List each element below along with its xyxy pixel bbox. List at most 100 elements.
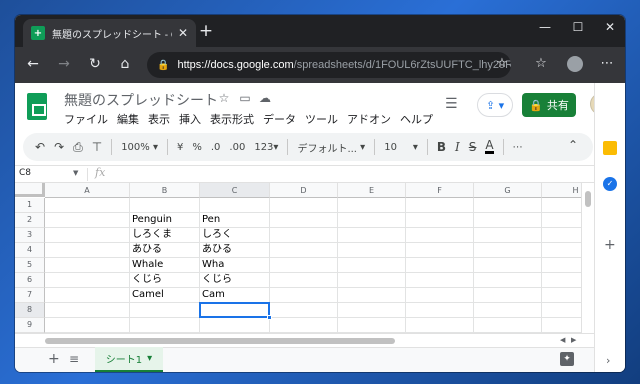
cell-b4[interactable]: あひる xyxy=(130,243,200,258)
add-sheet-button[interactable]: + xyxy=(48,351,60,367)
cell-c9[interactable] xyxy=(200,318,270,333)
cell-f6[interactable] xyxy=(406,273,474,288)
cell-h7[interactable] xyxy=(542,288,581,303)
increase-decimal-button[interactable]: .00 xyxy=(229,142,245,153)
column-header-f[interactable]: F xyxy=(406,183,474,198)
menu-view[interactable]: 表示 xyxy=(148,111,170,127)
cell-g4[interactable] xyxy=(474,243,542,258)
cell-b6[interactable]: くじら xyxy=(130,273,200,288)
vertical-scroll-thumb[interactable] xyxy=(585,191,591,207)
cell-g9[interactable] xyxy=(474,318,542,333)
tab-close-icon[interactable]: ✕ xyxy=(178,26,188,40)
explore-button[interactable]: ✦ xyxy=(560,352,574,366)
fill-handle[interactable] xyxy=(267,315,272,320)
horizontal-scrollbar[interactable]: ◀ ▶ xyxy=(15,333,594,347)
menu-file[interactable]: ファイル xyxy=(64,111,108,127)
menu-format[interactable]: 表示形式 xyxy=(210,111,254,127)
column-header-h[interactable]: H xyxy=(542,183,581,198)
select-all-corner[interactable] xyxy=(15,183,45,197)
cell-a8[interactable] xyxy=(45,303,130,318)
cell-h6[interactable] xyxy=(542,273,581,288)
collections-icon[interactable]: ☆ xyxy=(531,56,551,71)
cell-a3[interactable] xyxy=(45,228,130,243)
cell-e2[interactable] xyxy=(338,213,406,228)
scroll-right-icon[interactable]: ▶ xyxy=(571,336,576,344)
profile-avatar[interactable] xyxy=(567,56,583,72)
currency-format-button[interactable]: ¥ xyxy=(177,142,183,153)
text-color-button[interactable]: A xyxy=(485,139,494,154)
cell-h2[interactable] xyxy=(542,213,581,228)
minimize-button[interactable]: — xyxy=(535,20,555,34)
cell-c6[interactable]: くじら xyxy=(200,273,270,288)
menu-data[interactable]: データ xyxy=(263,111,296,127)
scroll-left-icon[interactable]: ◀ xyxy=(560,336,565,344)
more-tools-button[interactable]: ⋯ xyxy=(513,142,523,153)
name-box[interactable]: C8 xyxy=(19,168,31,178)
all-sheets-button[interactable]: ≡ xyxy=(69,352,79,366)
sheet-tab-active[interactable]: シート1 ▾ xyxy=(95,347,163,372)
favorite-star-icon[interactable]: ☆ xyxy=(492,56,512,71)
cell-h9[interactable] xyxy=(542,318,581,333)
maximize-button[interactable]: ☐ xyxy=(568,20,588,34)
present-button[interactable]: ⇪ ▾ xyxy=(477,93,513,117)
home-icon[interactable]: ⌂ xyxy=(115,56,135,72)
cell-f5[interactable] xyxy=(406,258,474,273)
percent-format-button[interactable]: % xyxy=(192,142,202,153)
star-icon[interactable]: ☆ xyxy=(217,91,231,105)
new-tab-button[interactable]: + xyxy=(196,21,216,41)
menu-tools[interactable]: ツール xyxy=(305,111,338,127)
cell-d2[interactable] xyxy=(270,213,338,228)
font-size-select[interactable]: 10 ▾ xyxy=(384,142,418,153)
cell-h8[interactable] xyxy=(542,303,581,318)
horizontal-scroll-thumb[interactable] xyxy=(45,338,395,344)
cell-c2[interactable]: Pen xyxy=(200,213,270,228)
cell-b7[interactable]: Camel xyxy=(130,288,200,303)
close-window-button[interactable]: ✕ xyxy=(600,20,620,34)
cell-e5[interactable] xyxy=(338,258,406,273)
cell-a4[interactable] xyxy=(45,243,130,258)
cell-g8[interactable] xyxy=(474,303,542,318)
document-title[interactable]: 無題のスプレッドシート xyxy=(64,90,218,110)
row-header-8[interactable]: 8 xyxy=(15,303,45,318)
cell-h5[interactable] xyxy=(542,258,581,273)
cell-g3[interactable] xyxy=(474,228,542,243)
column-header-e[interactable]: E xyxy=(338,183,406,198)
cell-e4[interactable] xyxy=(338,243,406,258)
back-arrow-icon[interactable]: ← xyxy=(23,56,43,72)
row-header-2[interactable]: 2 xyxy=(15,213,45,228)
cell-g6[interactable] xyxy=(474,273,542,288)
cell-b1[interactable] xyxy=(130,198,200,213)
cell-g2[interactable] xyxy=(474,213,542,228)
name-box-dropdown-icon[interactable]: ▼ xyxy=(73,169,78,177)
undo-icon[interactable]: ↶ xyxy=(35,140,45,154)
paint-format-icon[interactable]: ⊤ xyxy=(92,140,102,154)
sheet-tab-dropdown-icon[interactable]: ▾ xyxy=(147,353,152,364)
cell-d7[interactable] xyxy=(270,288,338,303)
get-addons-plus-icon[interactable]: + xyxy=(604,237,616,253)
more-formats-select[interactable]: 123 ▾ xyxy=(254,142,278,153)
column-header-b[interactable]: B xyxy=(130,183,200,198)
cell-g1[interactable] xyxy=(474,198,542,213)
sheets-logo-icon[interactable] xyxy=(27,93,47,120)
cell-c4[interactable]: あひる xyxy=(200,243,270,258)
cell-g5[interactable] xyxy=(474,258,542,273)
cell-f4[interactable] xyxy=(406,243,474,258)
cell-a2[interactable] xyxy=(45,213,130,228)
tasks-icon[interactable]: ✓ xyxy=(603,177,617,191)
strikethrough-button[interactable]: S xyxy=(469,140,477,154)
row-header-5[interactable]: 5 xyxy=(15,258,45,273)
cell-e7[interactable] xyxy=(338,288,406,303)
cell-d6[interactable] xyxy=(270,273,338,288)
column-header-a[interactable]: A xyxy=(45,183,130,198)
zoom-select[interactable]: 100% ▾ xyxy=(121,142,158,153)
side-panel-chevron-icon[interactable]: › xyxy=(606,354,610,367)
menu-addons[interactable]: アドオン xyxy=(347,111,391,127)
redo-icon[interactable]: ↷ xyxy=(54,140,64,154)
cell-e9[interactable] xyxy=(338,318,406,333)
collapse-chevron-up-icon[interactable]: ⌃ xyxy=(568,138,578,152)
cell-c3[interactable]: しろく xyxy=(200,228,270,243)
cell-b3[interactable]: しろくま xyxy=(130,228,200,243)
move-folder-icon[interactable]: ▭ xyxy=(238,91,252,105)
cell-e1[interactable] xyxy=(338,198,406,213)
cell-d8[interactable] xyxy=(270,303,338,318)
